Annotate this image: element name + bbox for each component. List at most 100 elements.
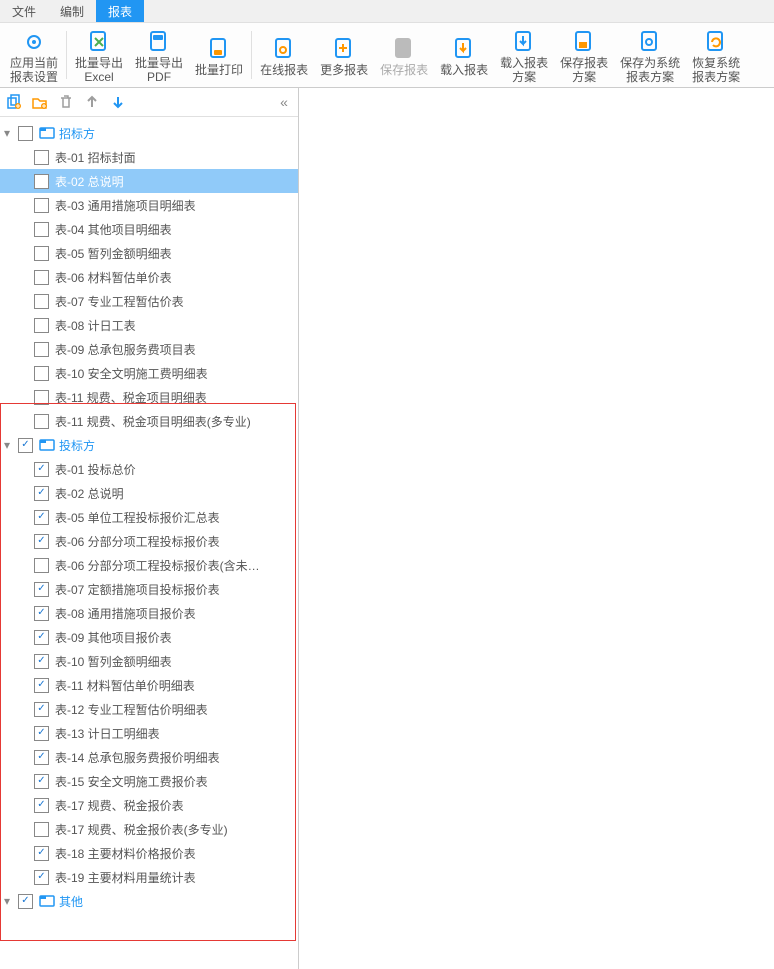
checkbox[interactable] xyxy=(18,126,33,141)
checkbox[interactable] xyxy=(34,726,49,741)
tree-item[interactable]: 表-07 专业工程暂估价表 xyxy=(0,289,298,313)
checkbox[interactable] xyxy=(34,846,49,861)
menu-文件[interactable]: 文件 xyxy=(0,0,48,22)
item-label: 表-15 安全文明施工费报价表 xyxy=(55,773,208,790)
group-label: 招标方 xyxy=(59,125,95,142)
folder-add-icon[interactable] xyxy=(32,94,48,110)
checkbox[interactable] xyxy=(34,246,49,261)
tree-item[interactable]: 表-10 安全文明施工费明细表 xyxy=(0,361,298,385)
save-report-scheme-button[interactable]: 保存报表 方案 xyxy=(554,26,614,84)
checkbox[interactable] xyxy=(34,342,49,357)
tree-item[interactable]: 表-05 暂列金额明细表 xyxy=(0,241,298,265)
item-label: 表-11 规费、税金项目明细表 xyxy=(55,389,207,406)
more-reports-button[interactable]: 更多报表 xyxy=(314,33,374,77)
checkbox[interactable] xyxy=(34,414,49,429)
checkbox[interactable] xyxy=(34,870,49,885)
menu-报表[interactable]: 报表 xyxy=(96,0,144,22)
checkbox[interactable] xyxy=(18,438,33,453)
tree-item[interactable]: 表-01 投标总价 xyxy=(0,457,298,481)
online-report-button[interactable]: 在线报表 xyxy=(254,33,314,77)
tree-item[interactable]: 表-09 其他项目报价表 xyxy=(0,625,298,649)
tree-item[interactable]: 表-10 暂列金额明细表 xyxy=(0,649,298,673)
batch-export-pdf-button[interactable]: 批量导出 PDF xyxy=(129,26,189,84)
tree-item[interactable]: 表-11 规费、税金项目明细表(多专业) xyxy=(0,409,298,433)
checkbox[interactable] xyxy=(34,582,49,597)
checkbox[interactable] xyxy=(34,150,49,165)
tree-item[interactable]: 表-17 规费、税金报价表(多专业) xyxy=(0,817,298,841)
tree-item[interactable]: 表-02 总说明 xyxy=(0,169,298,193)
import-report-button[interactable]: 载入报表 xyxy=(434,33,494,77)
tree-item[interactable]: 表-06 分部分项工程投标报价表(含未… xyxy=(0,553,298,577)
batch-export-excel-button[interactable]: 批量导出 Excel xyxy=(69,26,129,84)
batch-print-button[interactable]: 批量打印 xyxy=(189,33,249,77)
item-label: 表-07 定额措施项目投标报价表 xyxy=(55,581,220,598)
import-report-scheme-button[interactable]: 载入报表 方案 xyxy=(494,26,554,84)
tree-item[interactable]: 表-02 总说明 xyxy=(0,481,298,505)
arrow-up-icon[interactable] xyxy=(84,94,100,110)
checkbox[interactable] xyxy=(34,798,49,813)
tree-item[interactable]: 表-05 单位工程投标报价汇总表 xyxy=(0,505,298,529)
checkbox[interactable] xyxy=(34,822,49,837)
item-label: 表-03 通用措施项目明细表 xyxy=(55,197,196,214)
tree-item[interactable]: 表-01 招标封面 xyxy=(0,145,298,169)
item-label: 表-05 单位工程投标报价汇总表 xyxy=(55,509,220,526)
trash-icon[interactable] xyxy=(58,94,74,110)
tree-item[interactable]: 表-17 规费、税金报价表 xyxy=(0,793,298,817)
checkbox[interactable] xyxy=(34,294,49,309)
tree-item[interactable]: 表-11 规费、税金项目明细表 xyxy=(0,385,298,409)
checkbox[interactable] xyxy=(34,558,49,573)
checkbox[interactable] xyxy=(34,198,49,213)
tree-group-2[interactable]: ▾其他 xyxy=(0,889,298,913)
tree-item[interactable]: 表-07 定额措施项目投标报价表 xyxy=(0,577,298,601)
arrow-down-icon[interactable] xyxy=(110,94,126,110)
checkbox[interactable] xyxy=(34,174,49,189)
item-label: 表-11 规费、税金项目明细表(多专业) xyxy=(55,413,251,430)
save-as-system-button[interactable]: 保存为系统 报表方案 xyxy=(614,26,686,84)
checkbox[interactable] xyxy=(34,774,49,789)
checkbox[interactable] xyxy=(34,702,49,717)
checkbox[interactable] xyxy=(34,270,49,285)
batch-export-excel-label: 批量导出 Excel xyxy=(75,56,123,84)
checkbox[interactable] xyxy=(34,486,49,501)
menu-编制[interactable]: 编制 xyxy=(48,0,96,22)
tree-item[interactable]: 表-13 计日工明细表 xyxy=(0,721,298,745)
tree-item[interactable]: 表-11 材料暂估单价明细表 xyxy=(0,673,298,697)
checkbox[interactable] xyxy=(34,318,49,333)
tree-group-0[interactable]: ▾招标方 xyxy=(0,121,298,145)
checkbox[interactable] xyxy=(34,222,49,237)
checkbox[interactable] xyxy=(34,654,49,669)
checkbox[interactable] xyxy=(34,462,49,477)
apply-current-button[interactable]: 应用当前 报表设置 xyxy=(4,26,64,84)
restore-system-button[interactable]: 恢复系统 报表方案 xyxy=(686,26,746,84)
tree-item[interactable]: 表-14 总承包服务费报价明细表 xyxy=(0,745,298,769)
checkbox[interactable] xyxy=(34,630,49,645)
tree-item[interactable]: 表-08 通用措施项目报价表 xyxy=(0,601,298,625)
collapse-panel-icon[interactable]: « xyxy=(276,94,292,110)
batch-export-pdf-label: 批量导出 PDF xyxy=(135,56,183,84)
tree-item[interactable]: 表-04 其他项目明细表 xyxy=(0,217,298,241)
checkbox[interactable] xyxy=(34,606,49,621)
checkbox[interactable] xyxy=(34,366,49,381)
checkbox[interactable] xyxy=(34,750,49,765)
tree-item[interactable]: 表-15 安全文明施工费报价表 xyxy=(0,769,298,793)
checkbox[interactable] xyxy=(34,390,49,405)
folder-icon xyxy=(39,437,55,453)
page-save-icon xyxy=(390,35,418,63)
checkbox[interactable] xyxy=(34,510,49,525)
page-x-icon xyxy=(85,28,113,56)
tree-item[interactable]: 表-06 材料暂估单价表 xyxy=(0,265,298,289)
tree-item[interactable]: 表-12 专业工程暂估价明细表 xyxy=(0,697,298,721)
checkbox[interactable] xyxy=(34,534,49,549)
tree-item[interactable]: 表-19 主要材料用量统计表 xyxy=(0,865,298,889)
copy-add-icon[interactable] xyxy=(6,94,22,110)
page-print-icon xyxy=(205,35,233,63)
tree-group-1[interactable]: ▾投标方 xyxy=(0,433,298,457)
tree-item[interactable]: 表-03 通用措施项目明细表 xyxy=(0,193,298,217)
checkbox[interactable] xyxy=(18,894,33,909)
tree-item[interactable]: 表-06 分部分项工程投标报价表 xyxy=(0,529,298,553)
checkbox[interactable] xyxy=(34,678,49,693)
tree-item[interactable]: 表-09 总承包服务费项目表 xyxy=(0,337,298,361)
item-label: 表-01 招标封面 xyxy=(55,149,136,166)
tree-item[interactable]: 表-18 主要材料价格报价表 xyxy=(0,841,298,865)
tree-item[interactable]: 表-08 计日工表 xyxy=(0,313,298,337)
